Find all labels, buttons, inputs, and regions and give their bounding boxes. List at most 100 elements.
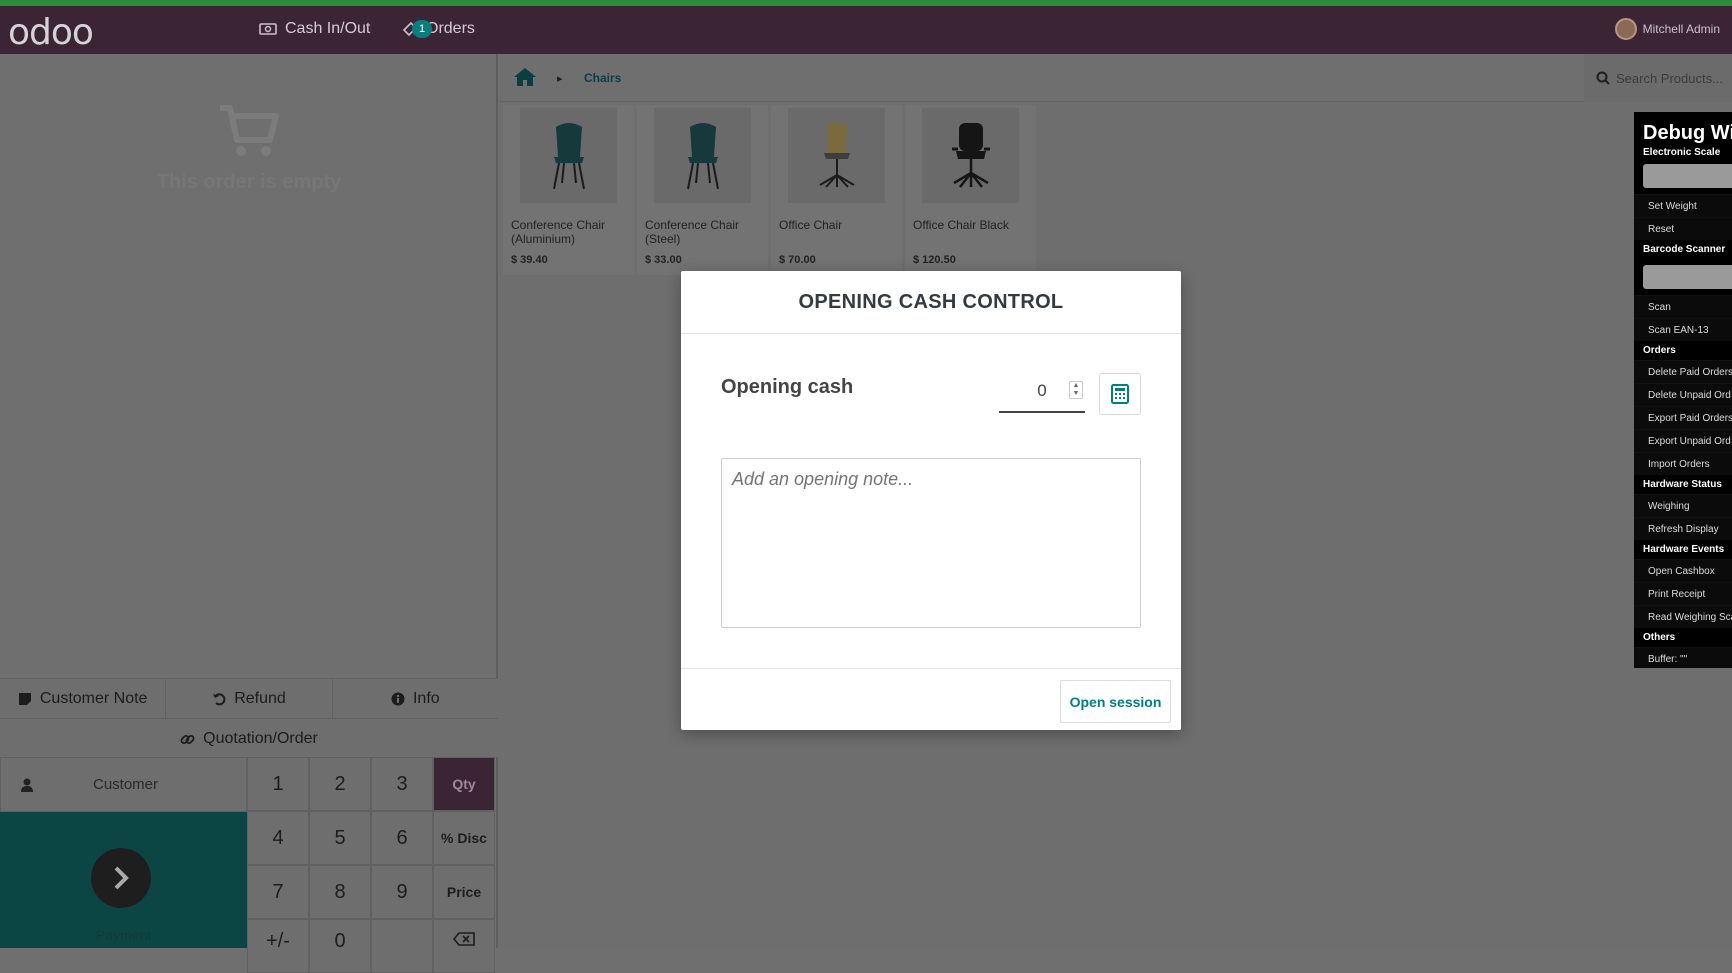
debug-export-unpaid[interactable]: Export Unpaid Ord bbox=[1634, 429, 1732, 452]
user-icon bbox=[21, 778, 33, 792]
key-price[interactable]: Price bbox=[433, 865, 495, 919]
product-card[interactable]: Office Chair Black $ 120.50 bbox=[905, 105, 1036, 275]
product-price: $ 39.40 bbox=[511, 254, 548, 266]
customer-label: Customer bbox=[93, 776, 159, 793]
debug-export-paid[interactable]: Export Paid Orders bbox=[1634, 406, 1732, 429]
opening-cash-value: 0 bbox=[1037, 381, 1047, 400]
info-icon bbox=[391, 692, 405, 706]
debug-section-hardware-status: Hardware Status bbox=[1643, 479, 1722, 490]
debug-reset[interactable]: Reset bbox=[1634, 217, 1732, 240]
payment-circle bbox=[91, 848, 151, 908]
empty-order: This order is empty bbox=[0, 104, 498, 194]
debug-section-others: Others bbox=[1643, 632, 1676, 643]
debug-delete-paid[interactable]: Delete Paid Orders bbox=[1634, 360, 1732, 383]
quotation-order-label: Quotation/Order bbox=[203, 730, 318, 747]
debug-section-electronic-scale: Electronic Scale bbox=[1643, 147, 1721, 158]
product-card[interactable]: Office Chair $ 70.00 bbox=[771, 105, 902, 275]
opening-cash-input[interactable]: 0 ▲ ▼ bbox=[999, 371, 1085, 413]
customer-note-button[interactable]: Customer Note bbox=[0, 679, 167, 719]
backspace-icon bbox=[453, 932, 475, 946]
undo-icon bbox=[213, 693, 226, 706]
refund-button[interactable]: Refund bbox=[166, 679, 333, 719]
key-7[interactable]: 7 bbox=[247, 865, 309, 919]
payment-button[interactable]: Payment bbox=[0, 812, 247, 948]
avatar bbox=[1614, 18, 1637, 40]
debug-refresh-display[interactable]: Refresh Display bbox=[1634, 517, 1732, 540]
debug-delete-unpaid[interactable]: Delete Unpaid Ord bbox=[1634, 383, 1732, 406]
search-input[interactable]: Search Products... bbox=[1616, 71, 1723, 86]
product-name: Office Chair bbox=[779, 218, 843, 232]
debug-open-cashbox[interactable]: Open Cashbox bbox=[1634, 559, 1732, 582]
quotation-row: Quotation/Order bbox=[0, 718, 498, 757]
key-9[interactable]: 9 bbox=[371, 865, 433, 919]
cart-icon bbox=[220, 105, 279, 156]
product-card[interactable]: Conference Chair (Aluminium) $ 39.40 bbox=[503, 105, 634, 275]
key-backspace[interactable] bbox=[433, 919, 495, 973]
orders-count-badge: 1 bbox=[412, 20, 432, 38]
note-icon bbox=[18, 693, 31, 705]
cash-icon bbox=[259, 23, 277, 35]
quotation-order-button[interactable]: Quotation/Order bbox=[0, 719, 498, 759]
search-products[interactable]: Search Products... bbox=[1584, 54, 1732, 102]
debug-print-receipt[interactable]: Print Receipt bbox=[1634, 582, 1732, 605]
user-name: Mitchell Admin bbox=[1642, 22, 1720, 36]
barcode-input[interactable] bbox=[1643, 265, 1732, 289]
debug-read-weighing[interactable]: Read Weighing Sca bbox=[1634, 605, 1732, 628]
product-name: Conference Chair (Steel) bbox=[645, 218, 740, 246]
modal-title: OPENING CASH CONTROL bbox=[681, 271, 1181, 334]
debug-section-orders: Orders bbox=[1643, 345, 1676, 356]
product-name: Office Chair Black bbox=[913, 218, 1009, 232]
empty-order-text: This order is empty bbox=[156, 171, 342, 193]
customer-note-label: Customer Note bbox=[39, 690, 148, 707]
home-button[interactable] bbox=[513, 67, 537, 92]
cash-in-out-button[interactable]: Cash In/Out bbox=[259, 20, 370, 38]
control-buttons: Customer Note Refund Info bbox=[0, 678, 498, 719]
customer-button[interactable]: Customer bbox=[0, 757, 247, 812]
refund-label: Refund bbox=[234, 690, 286, 707]
info-button[interactable]: Info bbox=[333, 679, 498, 719]
product-price: $ 120.50 bbox=[913, 254, 956, 266]
link-icon bbox=[180, 734, 195, 744]
opening-cash-label: Opening cash bbox=[721, 376, 854, 398]
breadcrumb: ▸ Chairs Search Products... bbox=[499, 54, 1732, 102]
debug-set-weight[interactable]: Set Weight bbox=[1634, 194, 1732, 217]
opening-note-textarea[interactable] bbox=[721, 458, 1141, 628]
cash-in-out-label: Cash In/Out bbox=[285, 20, 371, 37]
product-image bbox=[520, 108, 617, 203]
chevron-right-icon bbox=[114, 866, 129, 890]
key-5[interactable]: 5 bbox=[309, 811, 371, 865]
calculator-button[interactable] bbox=[1099, 373, 1141, 415]
key-0[interactable]: 0 bbox=[309, 919, 371, 973]
product-name: Conference Chair (Aluminium) bbox=[511, 218, 606, 246]
key-3[interactable]: 3 bbox=[371, 757, 433, 811]
odoo-logo[interactable]: odoo bbox=[8, 12, 94, 53]
search-icon bbox=[1596, 71, 1610, 85]
weight-input[interactable] bbox=[1643, 164, 1732, 188]
debug-window: Debug Wi Electronic Scale Set Weight Res… bbox=[1634, 112, 1732, 668]
key-6[interactable]: 6 bbox=[371, 811, 433, 865]
modal-footer: Open session bbox=[681, 668, 1181, 730]
debug-section-hardware-events: Hardware Events bbox=[1643, 544, 1725, 555]
info-label: Info bbox=[412, 690, 440, 707]
key-8[interactable]: 8 bbox=[309, 865, 371, 919]
user-menu[interactable]: Mitchell Admin bbox=[1614, 18, 1720, 40]
product-card[interactable]: Conference Chair (Steel) $ 33.00 bbox=[637, 105, 768, 275]
key-qty[interactable]: Qty bbox=[433, 757, 495, 811]
key-4[interactable]: 4 bbox=[247, 811, 309, 865]
debug-title: Debug Wi bbox=[1643, 122, 1732, 144]
number-spinner[interactable]: ▲ ▼ bbox=[1069, 381, 1083, 399]
product-price: $ 70.00 bbox=[779, 254, 816, 266]
key-disc[interactable]: % Disc bbox=[433, 811, 495, 865]
key-1[interactable]: 1 bbox=[247, 757, 309, 811]
debug-scan[interactable]: Scan bbox=[1634, 295, 1732, 318]
open-session-button[interactable]: Open session bbox=[1060, 680, 1171, 723]
breadcrumb-category[interactable]: Chairs bbox=[584, 71, 621, 85]
key-dot[interactable] bbox=[371, 919, 433, 973]
navbar: odoo Cash In/Out Orders 1 Mitchell Admin bbox=[0, 6, 1732, 54]
debug-weighing[interactable]: Weighing bbox=[1634, 494, 1732, 517]
key-2[interactable]: 2 bbox=[309, 757, 371, 811]
key-plus-minus[interactable]: +/- bbox=[247, 919, 309, 973]
debug-scan-ean[interactable]: Scan EAN-13 bbox=[1634, 318, 1732, 341]
product-image bbox=[788, 108, 885, 203]
debug-import-orders[interactable]: Import Orders bbox=[1634, 452, 1732, 475]
